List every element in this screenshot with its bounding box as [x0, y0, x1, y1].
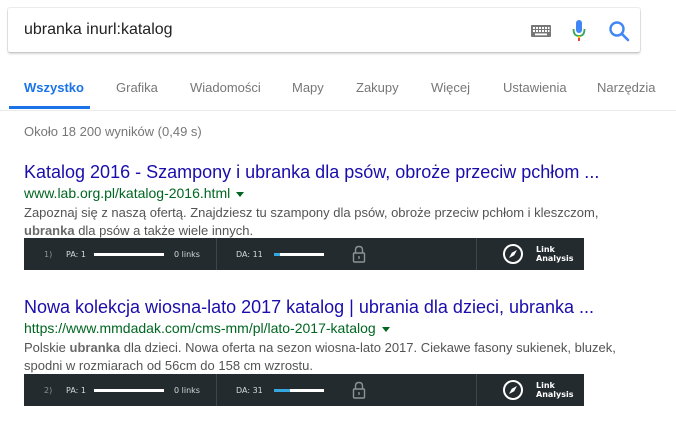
snippet-text: dla dzieci. Nowa oferta na sezon wiosna-…	[120, 340, 616, 355]
url-dropdown-caret-icon[interactable]	[381, 326, 390, 332]
search-result: Katalog 2016 - Szampony i ubranka dla ps…	[24, 161, 624, 240]
mozbar-divider	[476, 238, 477, 270]
mozbar-page-authority: PA: 1	[66, 386, 86, 395]
lock-icon[interactable]	[352, 245, 366, 263]
snippet-text: Polskie	[24, 340, 70, 355]
link-analysis-label-1: Link	[536, 381, 555, 390]
active-tab-indicator	[9, 106, 90, 109]
result-url-row: https://www.mmdadak.com/cms-mm/pl/lato-2…	[24, 319, 624, 337]
mozbar-index: 1)	[44, 250, 53, 259]
tab-wiadomosci[interactable]: Wiadomości	[190, 80, 261, 95]
mozbar-divider	[216, 374, 217, 406]
snippet-highlight: ubranka	[69, 340, 121, 355]
mozbar: 2) PA: 1 0 links DA: 31 Link Analysis	[24, 374, 584, 406]
link-analysis-label-2: Analysis	[536, 254, 574, 263]
mozbar: 1) PA: 1 0 links DA: 11 Link Analysis	[24, 238, 584, 270]
da-bar-fill	[274, 253, 280, 256]
microphone-icon[interactable]	[572, 19, 586, 43]
search-tabs: Wszystko Grafika Wiadomości Mapy Zakupy …	[0, 70, 676, 110]
result-snippet: Polskie ubranka dla dzieci. Nowa oferta …	[24, 339, 624, 375]
mozbar-domain-authority: DA: 11	[236, 250, 263, 259]
snippet-text: dla psów a także wiele innych.	[74, 223, 254, 238]
mozbar-page-authority: PA: 1	[66, 250, 86, 259]
da-bar-fill	[274, 389, 290, 392]
link-analysis-button[interactable]: Link Analysis	[536, 381, 574, 399]
pa-bar	[94, 253, 164, 256]
link-analysis-button[interactable]: Link Analysis	[536, 245, 574, 263]
search-box[interactable]	[8, 8, 640, 52]
result-url: www.lab.org.pl/katalog-2016.html	[24, 185, 231, 201]
snippet-text: Zapoznaj się z naszą ofertą. Znajdziesz …	[24, 205, 599, 220]
link-analysis-label-2: Analysis	[536, 390, 574, 399]
result-stats: Około 18 200 wyników (0,49 s)	[24, 124, 202, 139]
tab-narzedzia[interactable]: Narzędzia	[597, 80, 656, 95]
da-bar	[274, 253, 324, 256]
search-icon[interactable]	[608, 20, 630, 42]
da-bar	[274, 389, 324, 392]
result-snippet: Zapoznaj się z naszą ofertą. Znajdziesz …	[24, 204, 624, 240]
pa-bar	[94, 389, 164, 392]
lock-icon[interactable]	[352, 381, 366, 399]
search-result: Nowa kolekcja wiosna-lato 2017 katalog |…	[24, 296, 624, 375]
tab-wszystko[interactable]: Wszystko	[24, 80, 84, 95]
url-dropdown-caret-icon[interactable]	[236, 191, 245, 197]
result-url-row: www.lab.org.pl/katalog-2016.html	[24, 184, 624, 202]
result-title-link[interactable]: Nowa kolekcja wiosna-lato 2017 katalog |…	[24, 296, 624, 318]
mozbar-divider	[476, 374, 477, 406]
tab-wiecej[interactable]: Więcej	[431, 80, 470, 95]
keyboard-icon[interactable]	[531, 25, 551, 37]
mozbar-domain-authority: DA: 31	[236, 386, 263, 395]
compass-icon[interactable]	[502, 379, 524, 401]
tab-ustawienia[interactable]: Ustawienia	[503, 80, 567, 95]
result-url: https://www.mmdadak.com/cms-mm/pl/lato-2…	[24, 320, 376, 336]
mozbar-links: 0 links	[174, 250, 200, 259]
tab-grafika[interactable]: Grafika	[116, 80, 158, 95]
result-title-link[interactable]: Katalog 2016 - Szampony i ubranka dla ps…	[24, 161, 624, 183]
mozbar-links: 0 links	[174, 386, 200, 395]
mozbar-index: 2)	[44, 386, 53, 395]
tab-zakupy[interactable]: Zakupy	[356, 80, 399, 95]
mozbar-divider	[216, 238, 217, 270]
snippet-highlight: ubranka	[24, 223, 75, 238]
compass-icon[interactable]	[502, 243, 524, 265]
snippet-text: spodni w rozmiarach od 56cm do 158 cm wz…	[24, 358, 314, 373]
link-analysis-label-1: Link	[536, 245, 555, 254]
search-input[interactable]	[24, 18, 504, 42]
tabs-divider	[0, 110, 676, 111]
tab-mapy[interactable]: Mapy	[292, 80, 324, 95]
